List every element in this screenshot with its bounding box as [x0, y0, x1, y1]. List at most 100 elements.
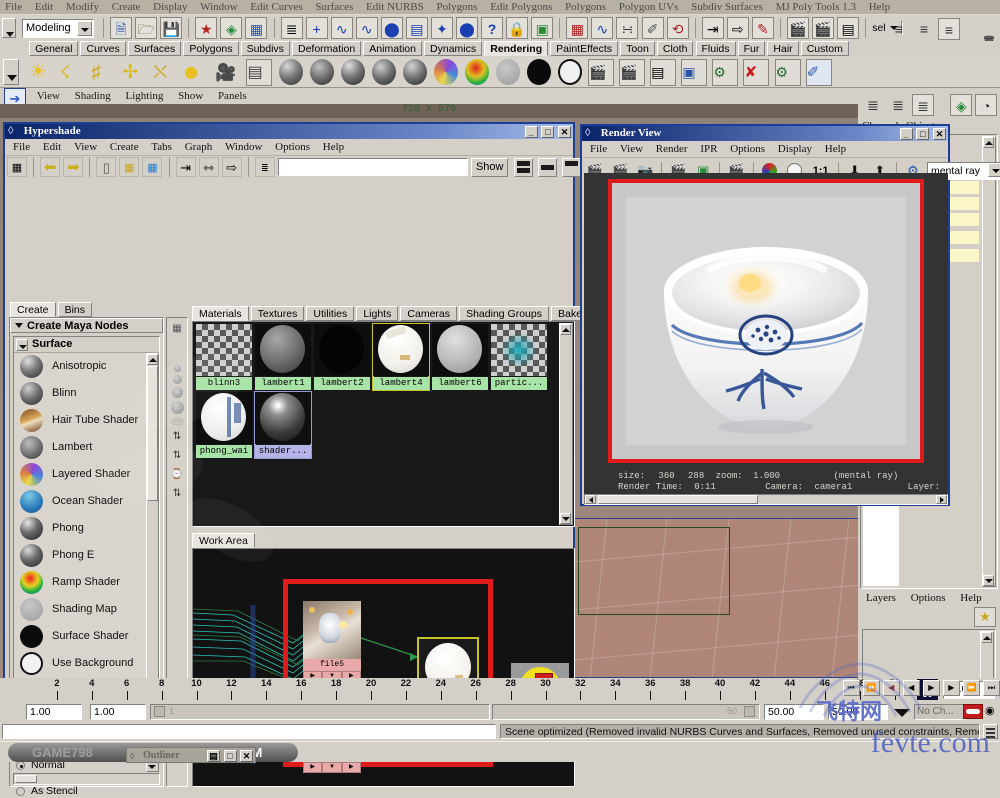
graph-network-icon[interactable]: ▦ — [142, 157, 163, 177]
browser-tab-cameras[interactable]: Cameras — [400, 306, 458, 321]
rv-menu-file[interactable]: File — [585, 141, 612, 158]
browser-tab-utilities[interactable]: Utilities — [306, 306, 355, 321]
shelf-icon-row[interactable]: ☀ ☇ ♯ ✢ ⛌ ⬤ 🎥 ▤ 🎬 🎬 ▤ ▣ ⚙ ✘ ⚙ ✐ — [0, 57, 1000, 88]
snap-to-view-plane-icon[interactable]: ⬤ — [380, 17, 403, 39]
snap-to-surface-icon[interactable]: ▤ — [405, 17, 428, 39]
maximize-button[interactable]: □ — [916, 128, 930, 140]
shelf-tab-general[interactable]: General — [29, 41, 79, 56]
auto-key-icon[interactable] — [963, 704, 983, 719]
surface-node-list[interactable]: Surface Anisotropic Blinn Hair Tube Shad… — [13, 336, 160, 706]
playback-transport[interactable]: ⏮ ⏪ ◀ ◀ ▶ ▶ ⏩ ⏭ — [842, 680, 1000, 696]
materials-browser[interactable]: blinn3 lambert1 lambert2 lambert4 lamber… — [192, 321, 575, 527]
poly-tools-points-icon[interactable]: ∺ — [616, 17, 639, 39]
material-swatch-shader[interactable]: shader... — [254, 391, 312, 459]
shelf-tab-toon[interactable]: Toon — [620, 41, 655, 56]
poly-tools-grid-icon[interactable]: ▦ — [566, 17, 589, 39]
material-swatch-lambert4[interactable]: lambert4 — [372, 323, 430, 391]
rv-menu-render[interactable]: Render — [651, 141, 693, 158]
bin-list-icon[interactable]: ▦ — [169, 321, 185, 337]
scroll-down-arrow-icon[interactable] — [560, 513, 571, 524]
attribute-editor-icon[interactable]: ≣ — [887, 94, 909, 116]
layer-menu-options[interactable]: Options — [905, 592, 952, 604]
material-swatch-lambert1[interactable]: lambert1 — [255, 324, 311, 390]
menu-edit-curves[interactable]: Edit Curves — [245, 0, 307, 14]
new-layer-icon[interactable]: ★ — [974, 607, 996, 627]
show-button[interactable]: Show — [470, 157, 509, 177]
phong-shader-icon[interactable] — [340, 59, 366, 86]
viewport-menu-shading[interactable]: Shading — [69, 88, 117, 104]
step-back-key-icon[interactable]: ⏪ — [862, 680, 880, 696]
input-connection-icon[interactable]: ⇥ — [701, 17, 724, 39]
node-buttons[interactable]: ▶ ▼ ▶ — [303, 762, 361, 773]
shelf-tab-cloth[interactable]: Cloth — [656, 41, 694, 56]
node-output-button[interactable]: ▶ — [341, 762, 361, 773]
viewport-menu-panels[interactable]: Panels — [212, 88, 253, 104]
select-by-hierarchy-icon[interactable]: ★ — [195, 17, 218, 39]
volume-light-icon[interactable]: ⛌ — [153, 59, 179, 86]
anisotropic-shader-icon[interactable] — [402, 59, 428, 86]
small-swatch-size-icon[interactable] — [173, 365, 181, 372]
menu-surfaces[interactable]: Surfaces — [310, 0, 358, 14]
menu-edit[interactable]: Edit — [30, 0, 58, 14]
half-circle-icon[interactable]: ◔ — [975, 94, 998, 116]
render-image-canvas[interactable] — [584, 173, 948, 470]
play-forwards-icon[interactable]: ▶ — [922, 680, 940, 696]
range-start-field[interactable]: 1.00 — [26, 704, 82, 720]
hscroll-thumb[interactable] — [598, 495, 758, 504]
snap-to-grid-icon[interactable]: + — [305, 17, 328, 39]
material-swatch-blinn3[interactable]: blinn3 — [196, 324, 252, 390]
scroll-right-arrow-icon[interactable] — [936, 495, 947, 504]
node-item-shading-map[interactable]: Shading Map — [14, 596, 159, 623]
shading-map-icon[interactable] — [495, 59, 521, 86]
tab-create[interactable]: Create — [10, 302, 56, 317]
node-item-lambert[interactable]: Lambert — [14, 434, 159, 461]
lock-icon[interactable]: 🔒 — [506, 17, 529, 39]
browser-tab-materials[interactable]: Materials — [192, 306, 249, 321]
show-manipulator-right-icon[interactable]: ≡ — [938, 18, 960, 40]
node-item-phong[interactable]: Phong — [14, 515, 159, 542]
snap-magnet-icon[interactable]: ✦ — [430, 17, 453, 39]
play-backwards-icon[interactable]: ◀ — [902, 680, 920, 696]
shelf-tab-bar[interactable]: General Curves Surfaces Polygons Subdivs… — [0, 41, 1000, 57]
layout-bottom-icon[interactable] — [561, 157, 581, 177]
new-scene-icon[interactable]: 🗎 — [110, 17, 133, 39]
hypershade-toolbar[interactable]: ▦ ⬅ ➡ ▯ ▦ ▦ ⇥ ⇿ ⇨ ≣ Show — [5, 156, 581, 180]
rearrange-graph-icon[interactable]: ▦ — [119, 157, 140, 177]
graph-node-file5[interactable]: file5 ▶ ▼ ▶ — [303, 601, 361, 682]
node-item-phong-e[interactable]: Phong E — [14, 542, 159, 569]
character-set-field[interactable]: No Ch... — [914, 704, 966, 720]
layer-menu-layers[interactable]: Layers — [860, 592, 902, 604]
point-light-icon[interactable]: ⬤ — [184, 59, 210, 86]
layer-editor-menu-bar[interactable]: Layers Options Help — [860, 592, 998, 607]
render-view-window[interactable]: ◊ Render View _ □ ✕ File View Render IPR… — [580, 124, 1000, 506]
channel-box-layout-buttons[interactable]: ≣ ≣ ≣ ◈ ◔ ↗ — [858, 94, 1000, 116]
create-bins-tab-bar[interactable]: Create Bins — [10, 302, 162, 317]
help-question-icon[interactable]: ? — [481, 17, 504, 39]
scroll-down-arrow-icon[interactable] — [983, 575, 994, 586]
light-linking-icon[interactable]: ⚙ — [774, 59, 801, 86]
poly-tools-brush-icon[interactable]: ✐ — [641, 17, 664, 39]
use-background-icon[interactable] — [557, 59, 583, 86]
hs-menu-options[interactable]: Options — [270, 139, 315, 156]
shelf-tab-deformation[interactable]: Deformation — [292, 41, 362, 56]
browser-tab-lights[interactable]: Lights — [356, 306, 399, 321]
layout-both-icon[interactable] — [513, 157, 533, 177]
render-globals-icon[interactable]: ▤ — [837, 17, 860, 39]
large-swatch-size-icon[interactable] — [171, 387, 183, 398]
area-light-icon[interactable]: ♯ — [91, 59, 117, 86]
viewport-menu-view[interactable]: View — [31, 88, 66, 104]
animation-preferences-icon[interactable]: ◉ — [985, 704, 999, 719]
step-forward-key-icon[interactable]: ⏩ — [962, 680, 980, 696]
shelf-tab-dynamics[interactable]: Dynamics — [424, 41, 483, 56]
browser-tab-bar[interactable]: Materials Textures Utilities Lights Came… — [192, 306, 667, 321]
create-light-set-icon[interactable]: ⚙ — [712, 59, 739, 86]
scroll-up-arrow-icon[interactable] — [147, 354, 158, 365]
menu-edit-polygons[interactable]: Edit Polygons — [485, 0, 557, 14]
open-scene-icon[interactable]: 🗁 — [135, 17, 158, 39]
viewport-menu-bar[interactable]: ➔ View Shading Lighting Show Panels — [0, 88, 1000, 110]
hs-menu-file[interactable]: File — [8, 139, 35, 156]
snap-to-curve-icon[interactable]: ∿ — [330, 17, 353, 39]
shelf-tab-rendering[interactable]: Rendering — [484, 41, 549, 56]
maximize-button[interactable]: □ — [223, 750, 237, 762]
channel-box-layer-editor-icon[interactable]: ≣ — [912, 94, 935, 116]
